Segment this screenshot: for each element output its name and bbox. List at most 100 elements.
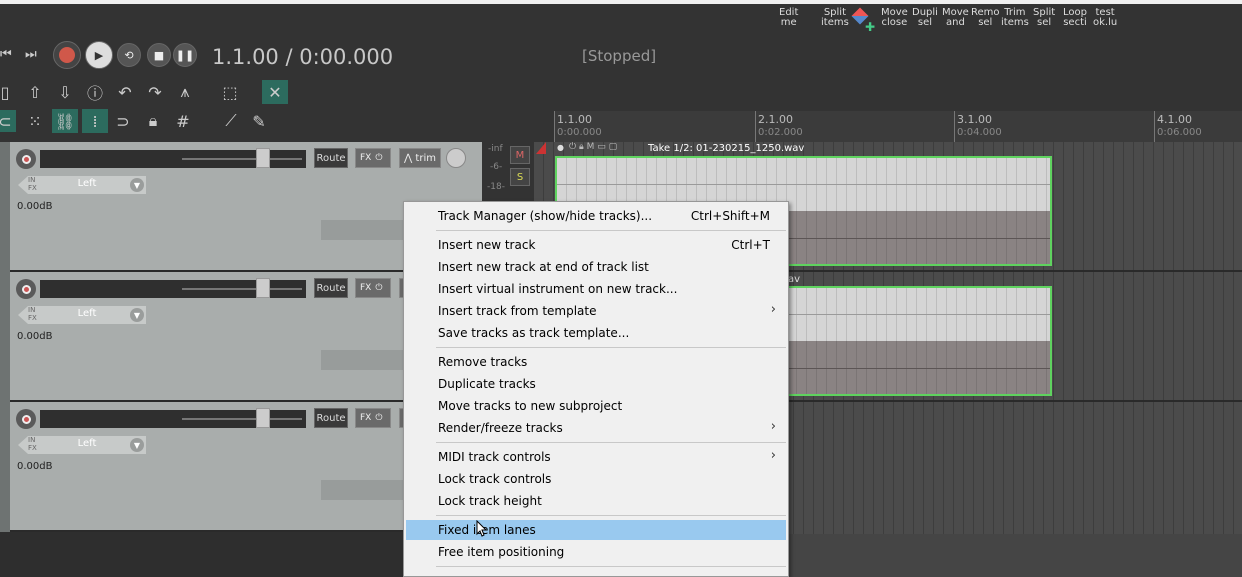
trim-label: trim (415, 152, 436, 164)
button-line: secti (1063, 17, 1087, 28)
grid-dots-icon[interactable]: ⁙ (24, 110, 46, 132)
envelope-icon: ⋀ (404, 152, 413, 164)
record-arm-button[interactable] (16, 149, 36, 169)
repeat-button[interactable]: ⟲ (117, 43, 141, 67)
menu-item-label: Free item positioning (438, 545, 565, 559)
take-label: Take 1/2: 01-230215_1250.wav (648, 143, 805, 154)
undo-icon[interactable]: ↶ (114, 81, 136, 103)
info-icon[interactable]: ⓘ (84, 81, 106, 103)
repeat-icon: ⟲ (124, 48, 134, 62)
snap-link-icon[interactable]: ⊂ (0, 110, 16, 132)
menu-item-insert-track-from-template[interactable]: Insert track from template › (406, 301, 786, 321)
menu-item-insert-track-at-end[interactable]: Insert new track at end of track list (406, 257, 786, 277)
volume-fader[interactable] (256, 148, 270, 168)
play-button[interactable]: ▶ (85, 41, 113, 69)
ruler-mark (954, 111, 955, 142)
mute-button[interactable]: M (510, 146, 530, 164)
ruler-bar-label: 1.1.00 (557, 113, 592, 126)
group-link-icon[interactable]: ⛓ (52, 109, 78, 133)
record-icon (59, 47, 75, 63)
automation-mode-button[interactable]: ⋀ trim (399, 148, 441, 168)
record-button[interactable] (53, 41, 81, 69)
fx-button[interactable]: FX ⏻ (355, 278, 391, 298)
toolbar-button-split-sel[interactable]: Split sel (1033, 8, 1055, 28)
item-dot-icon: ● (557, 143, 564, 152)
ripple-grid-icon[interactable]: ⁞ (82, 109, 108, 133)
stop-button[interactable]: ■ (147, 43, 171, 67)
submenu-arrow-icon: › (770, 448, 776, 463)
pan-label: Left (77, 438, 97, 449)
toolbar-button-move-and[interactable]: Move and (942, 8, 969, 28)
toolbar-button-test-ok[interactable]: test ok.lu (1093, 8, 1117, 28)
toolbar-button-dupli-sel[interactable]: Dupli sel (912, 8, 938, 28)
menu-item-track-manager[interactable]: Track Manager (show/hide tracks)... Ctrl+… (406, 206, 786, 226)
menu-item-insert-new-track[interactable]: Insert new track Ctrl+T (406, 235, 786, 255)
menu-item-move-to-subproject[interactable]: Move tracks to new subproject (406, 396, 786, 416)
menu-item-label: Insert virtual instrument on new track..… (438, 282, 678, 296)
menu-item-midi-track-controls[interactable]: MIDI track controls › (406, 447, 786, 467)
toolbar-button-remo-sel[interactable]: Remo sel (971, 8, 1000, 28)
new-project-icon[interactable]: ▯ (0, 81, 16, 103)
record-arm-button[interactable] (16, 409, 36, 429)
menu-item-label: Insert new track at end of track list (438, 260, 649, 274)
pause-button[interactable]: ❚❚ (173, 43, 197, 67)
toolbar-button-split-items[interactable]: Split items (821, 8, 849, 28)
menu-item-shortcut: Ctrl+T (731, 238, 770, 252)
menu-item-free-item-positioning[interactable]: Free item positioning (406, 542, 786, 562)
menu-item-save-track-template[interactable]: Save tracks as track template... (406, 323, 786, 343)
fx-button[interactable]: FX ⏻ (355, 148, 391, 168)
volume-fader[interactable] (256, 408, 270, 428)
menu-item-lock-track-controls[interactable]: Lock track controls (406, 469, 786, 489)
route-button[interactable]: Route (314, 148, 348, 168)
crossfade-icon[interactable]: ✕ (262, 80, 288, 104)
time-display[interactable]: 1.1.00 / 0:00.000 (212, 45, 393, 69)
record-arm-icon (21, 414, 31, 424)
solo-button[interactable]: S (510, 168, 530, 186)
lock-icon[interactable]: 🔒︎ (142, 110, 164, 132)
record-arm-button[interactable] (16, 279, 36, 299)
menu-item-insert-virtual-instrument[interactable]: Insert virtual instrument on new track..… (406, 279, 786, 299)
go-to-start-icon[interactable]: ⏮ (0, 47, 12, 62)
menu-item-duplicate-tracks[interactable]: Duplicate tracks (406, 374, 786, 394)
ruler-time-label: 0:00.000 (557, 127, 602, 138)
width-knob[interactable] (446, 148, 466, 168)
menu-item-label: Insert new track (438, 238, 536, 252)
pencil-icon[interactable]: ✎ (248, 110, 270, 132)
button-line: sel (978, 17, 993, 28)
toolbar-button-trim-items[interactable]: Trim items (1001, 8, 1029, 28)
timeline-ruler[interactable]: 1.1.00 0:00.000 2.1.00 0:02.000 3.1.00 0… (554, 111, 1242, 142)
menu-item-remove-tracks[interactable]: Remove tracks (406, 352, 786, 372)
volume-fader[interactable] (256, 278, 270, 298)
volume-readout: 0.00dB (17, 331, 53, 342)
save-project-icon[interactable]: ⇩ (54, 81, 76, 103)
item-header[interactable]: ● ⏻ 🔒︎ M ▭ ▢ Take 1/2: 01-230215_1250.wa… (555, 142, 1052, 156)
ruler-time-label: 0:02.000 (758, 127, 803, 138)
open-project-icon[interactable]: ⇧ (24, 81, 46, 103)
toolbar-button-edit-me[interactable]: Edit me (779, 8, 798, 28)
route-button[interactable]: Route (314, 408, 348, 428)
grid-icon[interactable]: # (172, 110, 194, 132)
volume-readout: 0.00dB (17, 461, 53, 472)
marquee-select-icon[interactable]: ⬚ (219, 81, 241, 103)
menu-item-lock-track-height[interactable]: Lock track height (406, 491, 786, 511)
track-context-menu: Track Manager (show/hide tracks)... Ctrl+… (403, 201, 789, 577)
submenu-arrow-icon: › (770, 302, 776, 317)
toolbar-button-move-close[interactable]: Move close (881, 8, 908, 28)
menu-item-render-freeze[interactable]: Render/freeze tracks › (406, 418, 786, 438)
toolbar-button-loop-secti[interactable]: Loop secti (1063, 8, 1087, 28)
route-button[interactable]: Route (314, 278, 348, 298)
go-to-end-icon[interactable]: ⏭ (25, 47, 37, 62)
volume-readout: 0.00dB (17, 201, 53, 212)
chevron-down-icon[interactable]: ▼ (130, 438, 144, 452)
chevron-down-icon[interactable]: ▼ (130, 178, 144, 192)
menu-item-fixed-item-lanes[interactable]: Fixed item lanes (406, 520, 786, 540)
envelope-icon[interactable]: ⟋ (220, 110, 242, 132)
menu-item-label: Duplicate tracks (438, 377, 536, 391)
pan-label: Left (77, 308, 97, 319)
fx-button[interactable]: FX ⏻ (355, 408, 391, 428)
track-input-bar (321, 220, 411, 240)
chevron-down-icon[interactable]: ▼ (130, 308, 144, 322)
redo-icon[interactable]: ↷ (144, 81, 166, 103)
metronome-icon[interactable]: ⩚ (174, 81, 196, 103)
loop-points-icon[interactable]: ⊃ (112, 110, 134, 132)
